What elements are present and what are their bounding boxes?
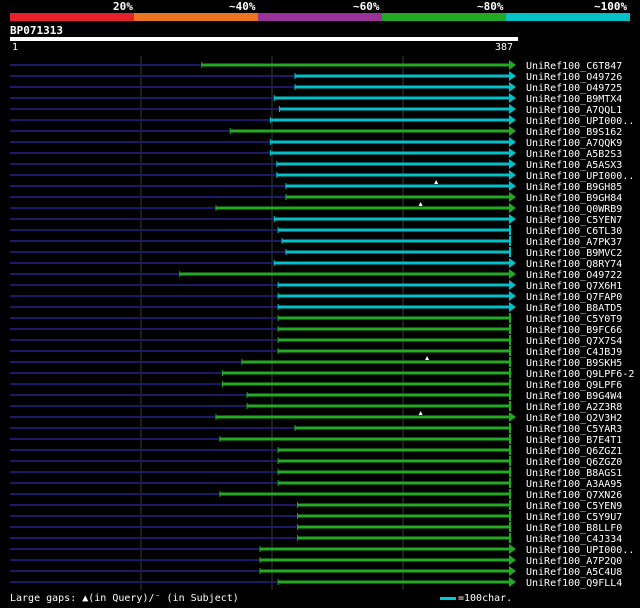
hit-end-arrow-icon (509, 203, 516, 213)
hit-end-arrow-icon (509, 412, 516, 422)
query-gap-marker-icon (434, 180, 439, 184)
hit-label: UniRef100_UPI000.. (526, 116, 634, 127)
alignment-chart: UniRef100_C6T847UniRef100_O49726UniRef10… (10, 56, 634, 590)
hit-label: UniRef100_B9FC66 (526, 325, 622, 336)
hit-label: UniRef100_A2Z3R8 (526, 402, 622, 413)
hit-end-arrow-icon (509, 115, 516, 125)
hit-end-arrow-icon (509, 192, 516, 202)
hit-label: UniRef100_A5C4U8 (526, 567, 622, 578)
hit-label: UniRef100_B9S162 (526, 127, 622, 138)
hit-label: UniRef100_Q9FLL4 (526, 578, 622, 589)
hit-label: UniRef100_C5YEN7 (526, 215, 622, 226)
hit-label: UniRef100_B9MTX4 (526, 94, 622, 105)
hit-label: UniRef100_UPI000.. (526, 171, 634, 182)
hit-label: UniRef100_C5Y9U7 (526, 512, 622, 523)
hit-label: UniRef100_Q7X7S4 (526, 336, 622, 347)
hit-label: UniRef100_B7E4T1 (526, 435, 622, 446)
hit-label: UniRef100_C5YAR3 (526, 424, 622, 435)
hit-label: UniRef100_A5B2S3 (526, 149, 622, 160)
hit-end-arrow-icon (509, 93, 516, 103)
hit-label: UniRef100_Q7X6H1 (526, 281, 622, 292)
hit-label: UniRef100_O49725 (526, 83, 622, 94)
hit-label: UniRef100_Q0WRB9 (526, 204, 622, 215)
hit-end-arrow-icon (509, 126, 516, 136)
hit-end-arrow-icon (509, 159, 516, 169)
hit-label: UniRef100_A3AA95 (526, 479, 622, 490)
hit-end-arrow-icon (509, 555, 516, 565)
hit-end-arrow-icon (509, 280, 516, 290)
hit-label: UniRef100_C4JBJ9 (526, 347, 622, 358)
hit-label: UniRef100_Q9LPF6-2 (526, 369, 634, 380)
hit-end-arrow-icon (509, 60, 516, 70)
hit-label: UniRef100_O49722 (526, 270, 622, 281)
hit-label: UniRef100_A5ASX3 (526, 160, 622, 171)
hit-end-arrow-icon (509, 71, 516, 81)
hit-label: UniRef100_B9GH84 (526, 193, 622, 204)
hit-label: UniRef100_Q9LPF6 (526, 380, 622, 391)
hit-label: UniRef100_A7P2Q0 (526, 556, 622, 567)
hit-label: UniRef100_C6TL30 (526, 226, 622, 237)
hit-label: UniRef100_B8ATD5 (526, 303, 622, 314)
hit-label: UniRef100_B9G4W4 (526, 391, 622, 402)
hit-end-arrow-icon (509, 181, 516, 191)
hit-end-arrow-icon (509, 258, 516, 268)
hit-label: UniRef100_B9GH85 (526, 182, 622, 193)
hit-end-arrow-icon (509, 291, 516, 301)
hit-end-arrow-icon (509, 170, 516, 180)
scale-legend: =100char. (440, 593, 512, 604)
hit-end-arrow-icon (509, 544, 516, 554)
hit-label: UniRef100_C5YEN9 (526, 501, 622, 512)
hit-label: UniRef100_C5Y0T9 (526, 314, 622, 325)
scale-bar-icon (440, 596, 456, 600)
hit-label: UniRef100_Q7XN26 (526, 490, 622, 501)
hit-end-arrow-icon (509, 577, 516, 587)
hit-end-arrow-icon (509, 137, 516, 147)
hit-label: UniRef100_Q6ZGZ1 (526, 446, 622, 457)
hit-label: UniRef100_C4J334 (526, 534, 622, 545)
hit-label: UniRef100_Q8RY74 (526, 259, 622, 270)
hit-label: UniRef100_B8AGS1 (526, 468, 622, 479)
query-gap-marker-icon (418, 202, 423, 206)
hit-label: UniRef100_B9SKH5 (526, 358, 622, 369)
query-gap-marker-icon (425, 356, 430, 360)
hit-label: UniRef100_C6T847 (526, 61, 622, 72)
hit-label: UniRef100_Q7FAP0 (526, 292, 622, 303)
gaps-legend: Large gaps: ▲(in Query)/⁻ (in Subject) (10, 593, 239, 604)
hit-end-arrow-icon (509, 566, 516, 576)
hit-end-arrow-icon (509, 269, 516, 279)
scale-label: =100char. (458, 593, 513, 604)
hit-label: UniRef100_UPI000.. (526, 545, 634, 556)
hit-label: UniRef100_A7QQK9 (526, 138, 622, 149)
hit-end-arrow-icon (509, 148, 516, 158)
query-gap-marker-icon (418, 411, 423, 415)
hit-label: UniRef100_B8LLF0 (526, 523, 622, 534)
hit-label: UniRef100_A7PK37 (526, 237, 622, 248)
hit-label: UniRef100_A7QQL1 (526, 105, 622, 116)
hit-label: UniRef100_B9MVC2 (526, 248, 622, 259)
hit-end-arrow-icon (509, 214, 516, 224)
hit-end-arrow-icon (509, 302, 516, 312)
hit-end-arrow-icon (509, 82, 516, 92)
hit-label: UniRef100_O49726 (526, 72, 622, 83)
hit-label: UniRef100_Q6ZGZ0 (526, 457, 622, 468)
hit-label: UniRef100_Q2V3H2 (526, 413, 622, 424)
hit-end-arrow-icon (509, 104, 516, 114)
